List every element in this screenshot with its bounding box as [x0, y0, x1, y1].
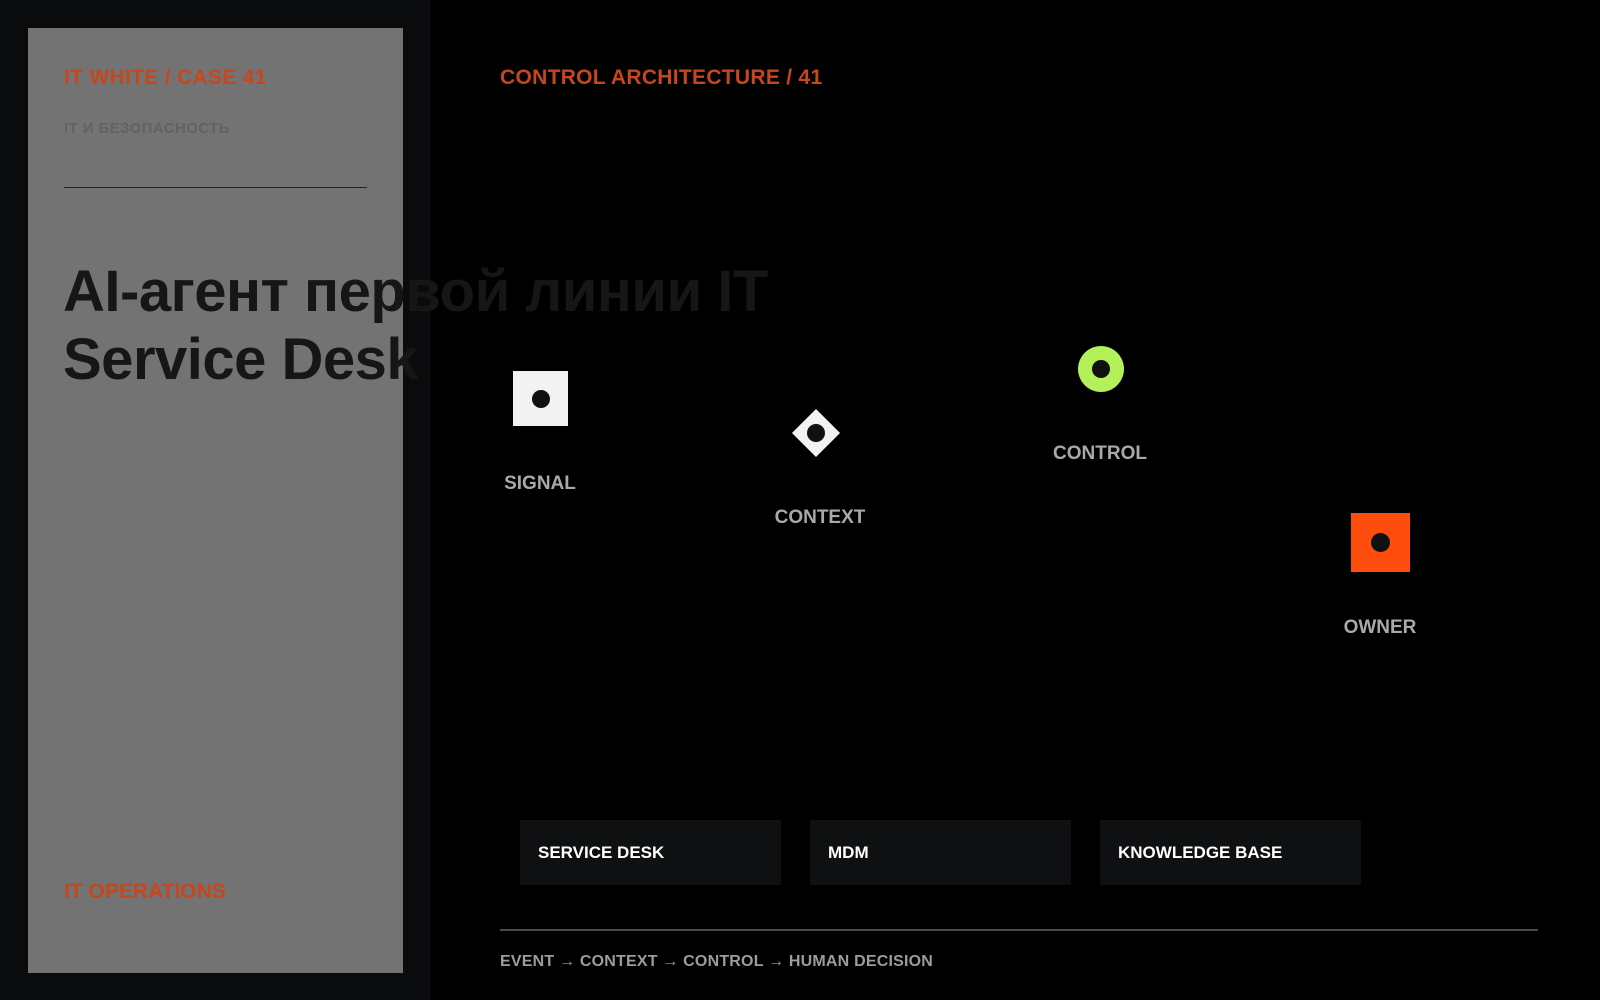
system-knowledge-base: KNOWLEDGE BASE: [1100, 820, 1361, 885]
headline-line-2: Service Desk: [63, 327, 419, 392]
card-divider: [64, 187, 367, 188]
control-circle-dot-icon: [1078, 346, 1124, 392]
system-service-desk: SERVICE DESK: [520, 820, 781, 885]
flow-caption: EVENT → CONTEXT → CONTROL → HUMAN DECISI…: [500, 953, 934, 970]
headline-line-1: AI-агент первой линии IT: [63, 259, 768, 324]
node-label-context: CONTEXT: [774, 507, 866, 528]
architecture-title: CONTROL ARCHITECTURE / 41: [500, 66, 823, 89]
context-diamond-dot-icon: [791, 408, 841, 458]
owner-square-dot-icon: [1351, 513, 1410, 572]
category-label: IT И БЕЗОПАСНОСТЬ: [64, 120, 230, 137]
footer-label: IT OPERATIONS: [64, 880, 226, 903]
node-label-control: CONTROL: [1053, 443, 1147, 464]
flow-divider: [500, 929, 1538, 931]
node-label-owner: OWNER: [1343, 617, 1417, 638]
signal-square-dot-icon: [513, 371, 568, 426]
system-mdm: MDM: [810, 820, 1071, 885]
node-label-signal: SIGNAL: [504, 473, 576, 494]
case-label: IT WHITE / CASE 41: [64, 66, 267, 89]
case-card: [28, 28, 403, 973]
case-headline: AI-агент первой линии IT Service Desk: [63, 258, 823, 394]
